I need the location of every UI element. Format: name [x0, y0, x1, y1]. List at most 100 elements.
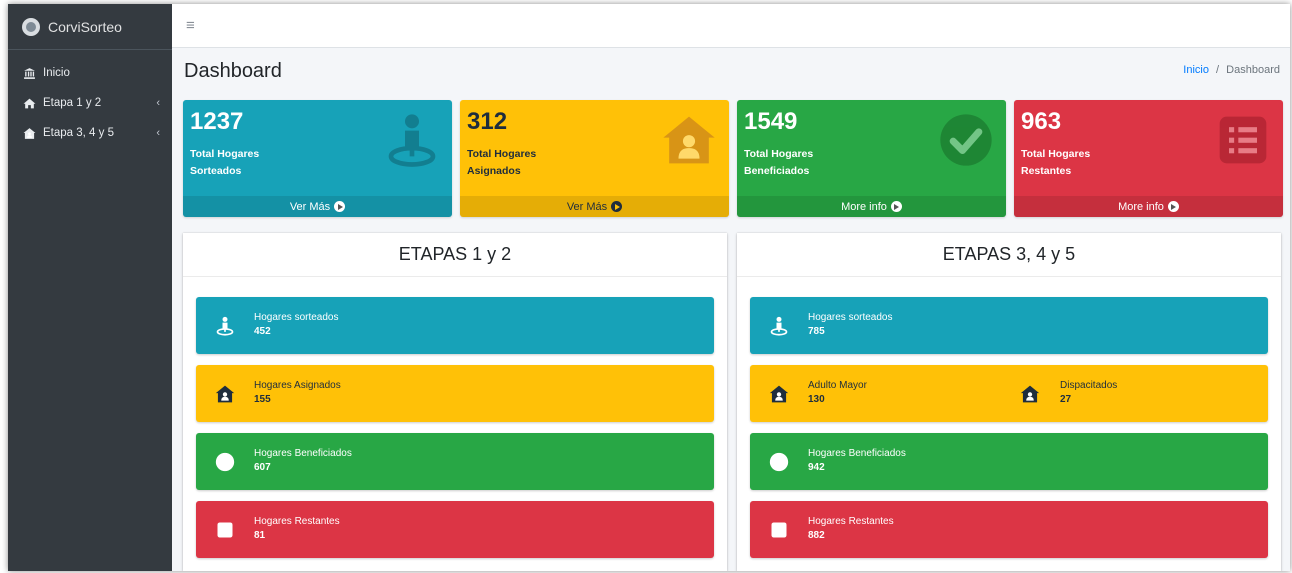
info-box-asignados: Hogares Asignados 155	[196, 365, 714, 422]
check-circle-icon	[938, 112, 994, 168]
list-icon	[767, 518, 791, 542]
info-box-number: 785	[808, 326, 825, 337]
info-box-content: Hogares sorteados 785	[808, 311, 893, 339]
info-box-number: 452	[254, 326, 271, 337]
home-icon	[22, 96, 36, 110]
breadcrumb-current: Dashboard	[1226, 64, 1280, 76]
sidebar-item-label: Inicio	[43, 67, 70, 79]
sidebar: CorviSorteo Inicio Etapa 1 y 2 ‹ Etapa 3…	[8, 4, 172, 571]
info-box-asignados-split: Adulto Mayor 130 Dispacitados 27	[750, 365, 1268, 422]
brand-logo-icon	[22, 17, 40, 36]
brand-name: CorviSorteo	[48, 18, 122, 35]
stat-footer-link[interactable]: More info	[1014, 196, 1283, 217]
person-pin-icon	[213, 314, 237, 338]
stat-value: 1549	[744, 108, 798, 135]
info-box-label: Dispacitados	[1060, 380, 1118, 391]
info-box-content: Adulto Mayor 130	[808, 379, 867, 407]
info-box-number: 27	[1060, 394, 1072, 405]
sidebar-item-etapa-1-2[interactable]: Etapa 1 y 2 ‹	[8, 90, 172, 116]
stat-footer-label: More info	[1118, 200, 1164, 213]
info-box-label: Hogares sorteados	[254, 312, 339, 323]
info-box-number: 607	[254, 462, 271, 473]
info-box-label: Hogares Asignados	[254, 380, 341, 391]
info-box-number: 81	[254, 530, 266, 541]
info-box-restantes: Hogares Restantes 882	[750, 501, 1268, 558]
chevron-left-icon[interactable]: ‹	[156, 127, 160, 139]
stat-label-line2: Restantes	[1021, 165, 1072, 177]
bank-icon	[22, 66, 36, 80]
sidebar-item-inicio[interactable]: Inicio	[8, 60, 172, 86]
info-box-content: Hogares Restantes 81	[254, 515, 340, 543]
list-icon	[213, 518, 237, 542]
arrow-circle-right-icon	[1167, 201, 1179, 212]
check-circle-icon	[767, 450, 791, 474]
chevron-left-icon[interactable]: ‹	[156, 97, 160, 109]
panel-title: ETAPAS 1 y 2	[183, 233, 727, 277]
stat-footer-label: Ver Más	[289, 200, 331, 213]
breadcrumb-separator: /	[1216, 64, 1220, 76]
stat-label-line1: Total Hogares	[190, 148, 260, 160]
stat-label-line1: Total Hogares	[744, 148, 814, 160]
stat-footer-label: More info	[841, 200, 887, 213]
info-box-beneficiados: Hogares Beneficiados 942	[750, 433, 1268, 490]
stat-label: Total Hogares Asignados	[467, 146, 577, 180]
stat-label-line1: Total Hogares	[467, 148, 537, 160]
brand-link[interactable]: CorviSorteo	[8, 4, 172, 50]
stat-footer-label: Ver Más	[566, 200, 608, 213]
sidebar-item-label: Etapa 1 y 2	[43, 97, 102, 109]
stat-box-sorteados: 1237 Total Hogares Sorteados Ver Más	[183, 100, 452, 217]
info-box-content-secondary: Dispacitados 27	[1060, 379, 1117, 407]
info-box-number: 155	[254, 394, 271, 405]
stat-footer-link[interactable]: Ver Más	[183, 196, 452, 217]
person-pin-icon	[767, 314, 791, 338]
main-content: ≡ Dashboard Inicio / Dashboard 1237 Tota…	[172, 4, 1290, 571]
stat-box-asignados: 312 Total Hogares Asignados Ver Más	[460, 100, 729, 217]
breadcrumb: Inicio / Dashboard	[1183, 64, 1280, 76]
sidebar-nav: Inicio Etapa 1 y 2 ‹ Etapa 3, 4 y 5 ‹	[8, 50, 172, 146]
info-box-label: Hogares Beneficiados	[808, 448, 906, 459]
panel-etapas-1-2: ETAPAS 1 y 2 Hogares sorteados 452 Hogar…	[183, 233, 727, 571]
arrow-circle-right-icon	[611, 201, 623, 212]
panel-etapas-3-4-5: ETAPAS 3, 4 y 5 Hogares sorteados 785 Ad…	[737, 233, 1281, 571]
list-icon	[1215, 112, 1271, 168]
person-pin-icon	[384, 112, 440, 168]
info-box-beneficiados: Hogares Beneficiados 607	[196, 433, 714, 490]
stat-box-restantes: 963 Total Hogares Restantes More info	[1014, 100, 1283, 217]
info-box-number: 942	[808, 462, 825, 473]
check-circle-icon	[213, 450, 237, 474]
stat-label: Total Hogares Beneficiados	[744, 146, 854, 180]
info-box-content: Hogares Restantes 882	[808, 515, 894, 543]
arrow-circle-right-icon	[334, 201, 346, 212]
info-box-label: Hogares Restantes	[808, 516, 894, 527]
page-title: Dashboard	[184, 60, 282, 82]
info-box-sorteados: Hogares sorteados 452	[196, 297, 714, 354]
info-box-number: 130	[808, 394, 825, 405]
top-navbar: ≡	[172, 4, 1290, 48]
stat-label-line2: Asignados	[467, 165, 521, 177]
house-user-icon	[661, 112, 717, 168]
info-box-restantes: Hogares Restantes 81	[196, 501, 714, 558]
panel-title: ETAPAS 3, 4 y 5	[737, 233, 1281, 277]
stat-label-line2: Beneficiados	[744, 165, 810, 177]
house-user-icon	[22, 126, 36, 140]
stat-value: 312	[467, 108, 508, 135]
info-box-content: Hogares Beneficiados 942	[808, 447, 906, 475]
hamburger-icon[interactable]: ≡	[186, 17, 195, 34]
info-box-label: Hogares sorteados	[808, 312, 893, 323]
stat-box-beneficiados: 1549 Total Hogares Beneficiados More inf…	[737, 100, 1006, 217]
stat-label-line2: Sorteados	[190, 165, 242, 177]
sidebar-item-etapa-3-4-5[interactable]: Etapa 3, 4 y 5 ‹	[8, 120, 172, 146]
info-box-content: Hogares Asignados 155	[254, 379, 341, 407]
stat-footer-link[interactable]: More info	[737, 196, 1006, 217]
stat-footer-link[interactable]: Ver Más	[460, 196, 729, 217]
info-box-label: Hogares Beneficiados	[254, 448, 352, 459]
stat-label: Total Hogares Sorteados	[190, 146, 300, 180]
info-box-content: Hogares Beneficiados 607	[254, 447, 352, 475]
house-user-icon	[213, 382, 237, 406]
sidebar-item-label: Etapa 3, 4 y 5	[43, 127, 114, 139]
breadcrumb-home-link[interactable]: Inicio	[1183, 64, 1209, 76]
house-user-icon	[1018, 382, 1042, 406]
stat-label: Total Hogares Restantes	[1021, 146, 1131, 180]
house-user-icon	[767, 382, 791, 406]
stat-label-line1: Total Hogares	[1021, 148, 1091, 160]
